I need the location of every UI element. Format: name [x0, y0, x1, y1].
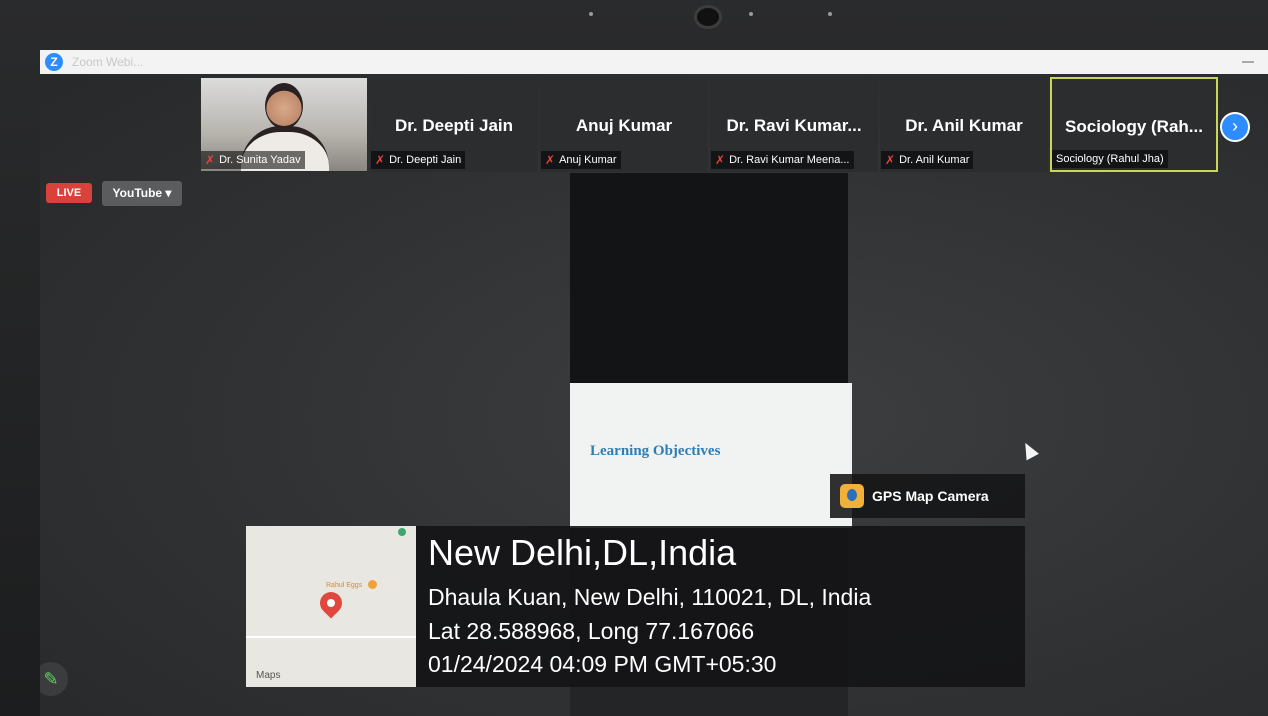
participant-tile[interactable]: Anuj Kumar ✗ Anuj Kumar: [540, 77, 708, 172]
participant-name-tag: ✗ Dr. Ravi Kumar Meena...: [711, 151, 854, 169]
participant-display-name: Dr. Ravi Kumar...: [726, 116, 862, 135]
participant-name-tag: ✗ Anuj Kumar: [541, 151, 621, 169]
chevron-right-icon: ›: [1232, 116, 1238, 136]
minimize-button[interactable]: [1242, 61, 1254, 63]
map-poi-icon: [368, 580, 377, 589]
window-title: Zoom Webi...: [72, 55, 144, 69]
gps-mini-map: Rahul Eggs Maps: [246, 526, 416, 687]
participant-display-name: Sociology (Rah...: [1065, 117, 1203, 136]
mic-muted-icon: ✗: [205, 153, 216, 167]
participant-display-name: Dr. Anil Kumar: [905, 116, 1023, 135]
participant-name: Dr. Deepti Jain: [389, 154, 462, 166]
gps-address: Dhaula Kuan, New Delhi, 110021, DL, Indi…: [428, 584, 872, 610]
map-road: [246, 636, 416, 638]
live-platform-dropdown[interactable]: YouTube ▾: [102, 181, 182, 206]
window-titlebar: Z Zoom Webi...: [40, 50, 1268, 74]
participant-tile-active-speaker[interactable]: Sociology (Rah... Sociology (Rahul Jha): [1050, 77, 1218, 172]
gps-city: New Delhi,DL,India: [428, 532, 737, 573]
participant-name: Dr. Ravi Kumar Meena...: [729, 154, 850, 166]
map-park-icon: [398, 528, 406, 536]
participant-display-name: Dr. Deepti Jain: [394, 116, 514, 135]
maps-attribution: Maps: [256, 670, 280, 681]
map-poi-label: Rahul Eggs: [326, 582, 363, 589]
next-participants-button[interactable]: ›: [1220, 112, 1250, 142]
participant-tile[interactable]: Dr. Ravi Kumar... ✗ Dr. Ravi Kumar Meena…: [710, 77, 878, 172]
mouse-cursor-icon: [1019, 439, 1039, 461]
participant-name-tag: ✗ Dr. Deepti Jain: [371, 151, 466, 169]
participant-name-tag: Sociology (Rahul Jha): [1052, 150, 1168, 168]
participant-strip: ✗ Dr. Sunita Yadav Dr. Deepti Jain ✗ Dr.…: [200, 77, 1218, 172]
shared-slide: Learning Objectives: [570, 383, 852, 528]
participant-tile[interactable]: Dr. Deepti Jain ✗ Dr. Deepti Jain: [370, 77, 538, 172]
live-badge: LIVE: [46, 183, 92, 203]
gps-camera-app-icon: [840, 484, 864, 508]
gps-app-header: GPS Map Camera: [830, 474, 1025, 518]
participant-tile[interactable]: Dr. Anil Kumar ✗ Dr. Anil Kumar: [880, 77, 1048, 172]
pencil-icon: ✎: [43, 669, 59, 689]
gps-coordinates: Lat 28.588968, Long 77.167066: [428, 618, 755, 644]
participant-tile[interactable]: ✗ Dr. Sunita Yadav: [200, 77, 368, 172]
mic-muted-icon: ✗: [375, 153, 386, 167]
mic-muted-icon: ✗: [715, 153, 726, 167]
map-pin-icon: [315, 587, 347, 619]
participant-display-name: Anuj Kumar: [575, 116, 673, 135]
gps-app-name: GPS Map Camera: [872, 488, 989, 504]
participant-name: Dr. Anil Kumar: [899, 154, 970, 166]
shared-screen: [570, 173, 848, 383]
participant-name: Anuj Kumar: [559, 154, 617, 166]
bezel-dot: [749, 12, 753, 16]
bezel-dot: [589, 12, 593, 16]
bezel-dot: [828, 12, 832, 16]
gps-info-panel: Rahul Eggs Maps New Delhi,DL,India Dhaul…: [246, 526, 1025, 687]
participant-video-face: [265, 83, 303, 129]
mic-muted-icon: ✗: [545, 153, 556, 167]
participant-name: Sociology (Rahul Jha): [1056, 153, 1164, 165]
gps-datetime: 01/24/2024 04:09 PM GMT+05:30: [428, 651, 777, 677]
participant-name-tag: ✗ Dr. Sunita Yadav: [201, 151, 305, 169]
participant-name-tag: ✗ Dr. Anil Kumar: [881, 151, 974, 169]
zoom-logo-icon: Z: [45, 53, 63, 71]
maps-attribution-text: Maps: [256, 670, 281, 681]
webcam-lens: [694, 5, 722, 29]
annotate-button[interactable]: ✎: [40, 662, 68, 696]
slide-title: Learning Objectives: [590, 443, 721, 459]
participant-name: Dr. Sunita Yadav: [219, 154, 301, 166]
mic-muted-icon: ✗: [885, 153, 896, 167]
